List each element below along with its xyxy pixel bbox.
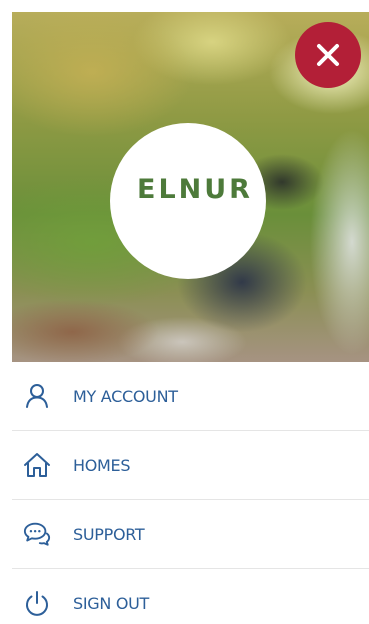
menu-label-sign-out: SIGN OUT bbox=[73, 594, 150, 613]
menu-label-homes: HOMES bbox=[73, 455, 131, 475]
menu-item-sign-out[interactable]: SIGN OUT bbox=[12, 569, 369, 624]
menu-item-my-account[interactable]: MY ACCOUNT bbox=[12, 362, 369, 431]
user-icon bbox=[23, 382, 51, 410]
menu-label-support: SUPPORT bbox=[73, 524, 145, 544]
close-button[interactable] bbox=[295, 22, 361, 88]
menu-label-my-account: MY ACCOUNT bbox=[73, 386, 178, 406]
brand-logo: ELNUR bbox=[137, 174, 253, 205]
chat-bubbles-icon bbox=[23, 520, 51, 548]
side-menu-panel: ELNUR MY ACCOUNT HOMES SUPPORT SIGN OUT bbox=[0, 0, 369, 624]
menu-item-support[interactable]: SUPPORT bbox=[12, 500, 369, 569]
menu-item-homes[interactable]: HOMES bbox=[12, 431, 369, 500]
power-icon bbox=[23, 590, 51, 618]
navigation-menu: MY ACCOUNT HOMES SUPPORT SIGN OUT bbox=[12, 362, 369, 624]
close-icon bbox=[317, 44, 339, 66]
home-icon bbox=[23, 451, 51, 479]
